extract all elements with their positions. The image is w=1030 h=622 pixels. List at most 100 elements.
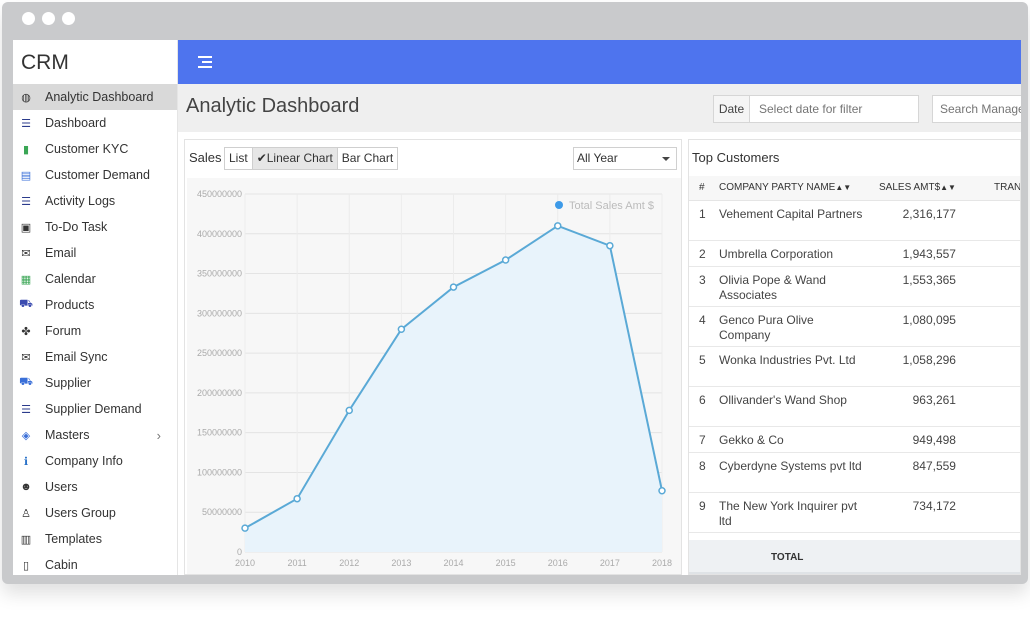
table-row[interactable]: 9 The New York Inquirer pvt ltd 734,172 <box>689 492 1020 533</box>
window-controls <box>22 12 75 25</box>
table-row[interactable]: 8 Cyberdyne Systems pvt ltd 847,559 <box>689 452 1020 493</box>
sidebar-item-email[interactable]: ✉ Email <box>13 240 177 266</box>
table-header-row: # COMPANY PARTY NAME▲▼ SALES AMT$▲▼ TRAN… <box>689 176 1020 201</box>
sidebar-item-templates[interactable]: ▥ Templates <box>13 526 177 552</box>
sidebar-item-users-group[interactable]: ♙ Users Group <box>13 500 177 526</box>
sidebar-item-analytic-dashboard[interactable]: ◍ Analytic Dashboard <box>13 84 177 110</box>
y-tick-label: 400000000 <box>197 229 242 239</box>
table-row[interactable]: 4 Genco Pura Olive Company 1,080,095 <box>689 306 1020 347</box>
y-tick-label: 350000000 <box>197 269 242 279</box>
row-number: 6 <box>689 386 717 427</box>
table-row[interactable]: 5 Wonka Industries Pvt. Ltd 1,058,296 <box>689 346 1020 387</box>
sidebar-item-customer-demand[interactable]: ▤ Customer Demand <box>13 162 177 188</box>
sales-amount: 1,943,557 <box>867 240 958 267</box>
search-manager-input[interactable] <box>932 95 1021 123</box>
date-filter-input[interactable] <box>749 95 919 123</box>
transactions-cell <box>957 386 1020 427</box>
table-row[interactable]: 2 Umbrella Corporation 1,943,557 <box>689 240 1020 267</box>
company-name: The New York Inquirer <box>717 532 867 540</box>
sales-amount: 949,498 <box>867 426 958 453</box>
sidebar-item-to-do-task[interactable]: ▣ To-Do Task <box>13 214 177 240</box>
row-number: 7 <box>689 426 717 453</box>
sidebar-item-dashboard[interactable]: ☰ Dashboard <box>13 110 177 136</box>
sidebar-item-label: Supplier Demand <box>45 402 142 416</box>
sidebar-item-products[interactable]: ⛟ Products <box>13 292 177 318</box>
x-tick-label: 2016 <box>548 558 568 568</box>
sidebar-item-company-info[interactable]: ℹ Company Info <box>13 448 177 474</box>
date-label: Date <box>713 95 749 123</box>
transactions-cell <box>957 240 1020 267</box>
customers-table: # COMPANY PARTY NAME▲▼ SALES AMT$▲▼ TRAN… <box>689 176 1020 540</box>
caret-down-icon <box>662 157 670 161</box>
sidebar: CRM ◍ Analytic Dashboard ☰ Dashboard ▮ Custom… <box>13 40 178 575</box>
row-number: 2 <box>689 240 717 267</box>
window-dot-1[interactable] <box>22 12 35 25</box>
table-row[interactable]: 7 Gekko & Co 949,498 <box>689 426 1020 453</box>
sidebar-item-customer-kyc[interactable]: ▮ Customer KYC <box>13 136 177 162</box>
sidebar-item-masters[interactable]: ◈ Masters › <box>13 422 177 448</box>
sidebar-item-label: Email Sync <box>45 350 108 364</box>
horizontal-scrollbar[interactable] <box>689 572 1020 574</box>
table-row[interactable]: 6 Ollivander's Wand Shop 963,261 <box>689 386 1020 427</box>
sidebar-item-label: Company Info <box>45 454 123 468</box>
list-icon: ☰ <box>21 117 31 130</box>
col-header-company[interactable]: COMPANY PARTY NAME▲▼ <box>717 176 867 201</box>
data-point <box>293 494 301 503</box>
cabinet-icon: ▯ <box>22 559 30 572</box>
sales-amount: 847,559 <box>867 452 958 493</box>
transactions-cell <box>957 452 1020 493</box>
x-tick-label: 2011 <box>287 558 306 568</box>
total-label: TOTAL <box>771 552 804 563</box>
linear-chart-button[interactable]: ✔Linear Chart <box>251 147 338 170</box>
sales-amount: 2,316,177 <box>867 200 958 241</box>
table-row[interactable]: 1 Vehement Capital Partners 2,316,177 <box>689 200 1020 241</box>
sales-amount: 734,172 <box>867 492 958 533</box>
table-row[interactable]: 3 Olivia Pope & Wand Associates 1,553,365 <box>689 266 1020 307</box>
topbar <box>178 40 1021 84</box>
info-icon: ℹ <box>23 455 29 468</box>
sidebar-item-supplier-demand[interactable]: ☰ Supplier Demand <box>13 396 177 422</box>
col-header-sales[interactable]: SALES AMT$▲▼ <box>867 176 958 201</box>
brand-logo[interactable]: CRM <box>13 40 177 84</box>
sidebar-item-email-sync[interactable]: ✉ Email Sync <box>13 344 177 370</box>
data-point <box>501 256 510 264</box>
sidebar-item-supplier[interactable]: ⛟ Supplier <box>13 370 177 396</box>
period-select[interactable]: All Year <box>573 147 677 170</box>
transactions-cell <box>957 266 1020 307</box>
sidebar-item-calendar[interactable]: ▦ Calendar <box>13 266 177 292</box>
checklist-icon: ▣ <box>20 221 32 234</box>
linear-chart-label: Linear Chart <box>266 151 333 165</box>
total-row: TOTAL <box>689 540 1020 574</box>
truck-icon: ⛟ <box>19 376 33 388</box>
sidebar-item-label: To-Do Task <box>45 220 108 234</box>
row-number: 9 <box>689 492 717 533</box>
col-header-transactions[interactable]: TRANSACT <box>957 176 1020 201</box>
transactions-cell <box>957 532 1020 540</box>
bar-chart-button[interactable]: Bar Chart <box>336 147 399 170</box>
sidebar-nav: ◍ Analytic Dashboard ☰ Dashboard ▮ Customer K… <box>13 84 177 575</box>
sales-panel: Sales List ✔Linear Chart Bar Chart All Y… <box>184 139 682 575</box>
check-icon: ✔ <box>256 151 267 165</box>
x-tick-label: 2017 <box>600 558 620 568</box>
sidebar-item-forum[interactable]: ✤ Forum <box>13 318 177 344</box>
sidebar-item-activity-logs[interactable]: ☰ Activity Logs <box>13 188 177 214</box>
legend-label: Total Sales Amt $ <box>569 200 654 212</box>
table-row[interactable]: 10The New York Inquirer526,948 <box>689 532 1020 540</box>
col-header-num: # <box>689 176 717 201</box>
company-name: Genco Pura Olive Company <box>717 306 867 347</box>
sales-panel-header: Sales List ✔Linear Chart Bar Chart All Y… <box>185 140 681 176</box>
sidebar-item-label: Analytic Dashboard <box>45 90 154 104</box>
sidebar-item-label: Supplier <box>45 376 91 390</box>
row-number: 4 <box>689 306 717 347</box>
window-dot-2[interactable] <box>42 12 55 25</box>
sidebar-item-label: Customer KYC <box>45 142 129 156</box>
sales-label: Sales <box>189 150 222 165</box>
sidebar-item-users[interactable]: ☻ Users <box>13 474 177 500</box>
list-view-button[interactable]: List <box>224 147 253 170</box>
view-toggle-group: List ✔Linear Chart Bar Chart <box>224 147 399 170</box>
sidebar-item-cabin[interactable]: ▯ Cabin <box>13 552 177 575</box>
menu-toggle-icon[interactable] <box>198 56 212 68</box>
sidebar-item-label: Products <box>45 298 95 312</box>
sidebar-item-label: Users Group <box>45 506 116 520</box>
window-dot-3[interactable] <box>62 12 75 25</box>
